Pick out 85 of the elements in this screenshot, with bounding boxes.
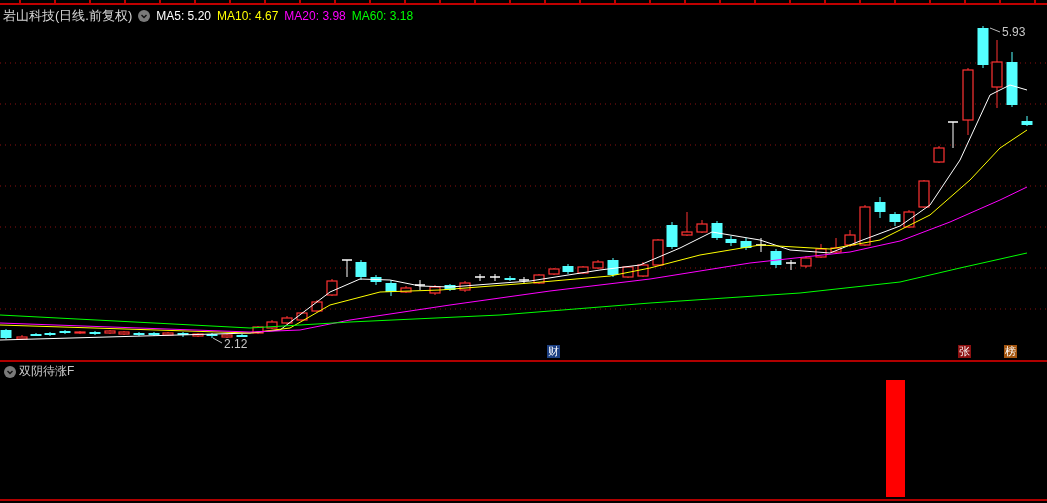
candlestick [562,263,574,275]
candlestick [236,333,248,338]
event-marker[interactable]: 财 [547,345,560,358]
candlestick [815,243,827,259]
candlestick [296,311,308,322]
candlestick [637,261,649,278]
candlestick [622,265,634,279]
candlestick [844,229,856,248]
candlestick [874,196,886,219]
candlestick [0,328,12,340]
moving-average-value: MA60: 3.18 [351,9,414,23]
candlestick [652,238,664,267]
event-marker[interactable]: 张 [958,345,971,358]
candlestick [681,211,693,237]
candlestick [666,221,678,250]
low-price-label: 2.12 [224,337,248,351]
candlestick [370,274,382,286]
candlestick [177,331,189,338]
candlestick [341,259,353,278]
candlestick [740,237,752,251]
candlestick [962,67,974,136]
candlestick [59,329,71,335]
candlestick [903,209,915,229]
candlestick [977,25,989,69]
candlestick [16,334,28,341]
chevron-down-icon[interactable] [138,10,151,22]
high-price-label: 5.93 [1002,25,1026,39]
candlestick [1021,115,1033,127]
candlestick [991,39,1003,109]
candlestick [474,273,486,282]
candlestick [252,325,264,335]
candlestick [785,259,797,271]
candlestick [162,331,174,337]
candlestick [414,279,426,291]
candlestick [311,299,323,313]
candlestick [104,329,116,335]
candlestick [725,235,737,247]
candlestick [548,267,560,276]
candlestick [800,255,812,269]
candlestick [696,219,708,234]
candlestick [1006,51,1018,108]
candlestick [221,333,233,339]
leader-line [212,337,223,344]
candlestick [400,285,412,294]
moving-average-value: MA10: 4.67 [217,9,279,23]
candlestick [918,179,930,209]
candlestick [459,280,471,293]
candlestick [385,279,397,297]
candlestick [518,276,530,284]
candlestick [206,332,218,339]
candlestick [30,332,42,337]
candlestick [489,273,501,282]
candlestick [89,330,101,336]
moving-average-value: MA20: 3.98 [284,9,346,23]
candlestick [830,237,842,254]
candlestick [266,319,278,330]
candlestick [74,330,86,335]
candlestick [326,278,338,297]
candlestick [192,332,204,338]
chevron-down-icon[interactable] [4,365,16,378]
indicator-title: 双阴待涨F [19,363,75,380]
candlestick [533,273,545,285]
candlestick [947,121,959,149]
candlestick [355,259,367,281]
candlestick [770,248,782,269]
candlestick [577,265,589,275]
candlestick [607,257,619,278]
leader-line [989,27,1001,33]
candlestick [429,284,441,296]
candlestick [281,315,293,325]
candlestick [444,283,456,292]
candlestick [859,204,871,247]
candlestick [133,331,145,337]
candlestick [148,331,160,337]
candlestick [504,275,516,282]
candlestick [711,220,723,241]
candlestick [592,259,604,270]
moving-average-value: MA5: 5.20 [156,9,211,23]
candlestick [755,237,767,253]
event-marker[interactable]: 榜 [1004,345,1017,358]
candlestick [44,331,56,337]
candlestick [118,330,130,336]
stock-title: 岩山科技(日线.前复权) [3,7,133,25]
candlestick [933,145,945,164]
candlestick [889,211,901,227]
